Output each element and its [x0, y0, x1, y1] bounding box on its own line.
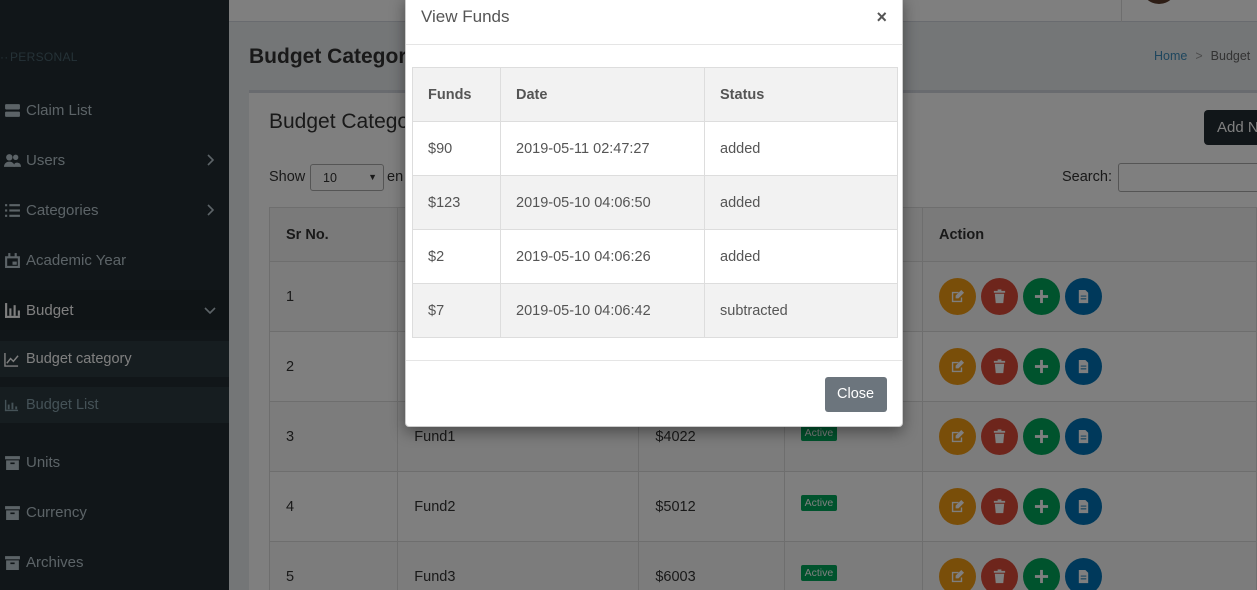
close-icon[interactable]: ×	[876, 7, 887, 28]
cell-date: 2019-05-10 04:06:26	[500, 229, 705, 284]
cell-funds: $7	[412, 283, 501, 338]
cell-status: added	[704, 175, 898, 230]
modal-footer: Close	[406, 360, 902, 426]
column-header-status: Status	[704, 67, 898, 122]
cell-status: subtracted	[704, 283, 898, 338]
fund-row: $7 2019-05-10 04:06:42 subtracted	[412, 283, 898, 338]
close-button[interactable]: Close	[825, 377, 887, 412]
cell-funds: $90	[412, 121, 501, 176]
cell-funds: $2	[412, 229, 501, 284]
funds-table: Funds Date Status $90 2019-05-11 02:47:27…	[412, 67, 898, 338]
modal-header: View Funds ×	[406, 0, 902, 45]
fund-row: $90 2019-05-11 02:47:27 added	[412, 121, 898, 176]
cell-date: 2019-05-10 04:06:50	[500, 175, 705, 230]
cell-funds: $123	[412, 175, 501, 230]
cell-status: added	[704, 121, 898, 176]
funds-header-row: Funds Date Status	[412, 67, 898, 122]
modal-title: View Funds	[421, 7, 510, 26]
cell-status: added	[704, 229, 898, 284]
column-header-date: Date	[500, 67, 705, 122]
cell-date: 2019-05-10 04:06:42	[500, 283, 705, 338]
fund-row: $123 2019-05-10 04:06:50 added	[412, 175, 898, 230]
view-funds-modal: View Funds × Funds Date Status $90 2019-0…	[405, 0, 903, 427]
column-header-funds: Funds	[412, 67, 501, 122]
fund-row: $2 2019-05-10 04:06:26 added	[412, 229, 898, 284]
cell-date: 2019-05-11 02:47:27	[500, 121, 705, 176]
